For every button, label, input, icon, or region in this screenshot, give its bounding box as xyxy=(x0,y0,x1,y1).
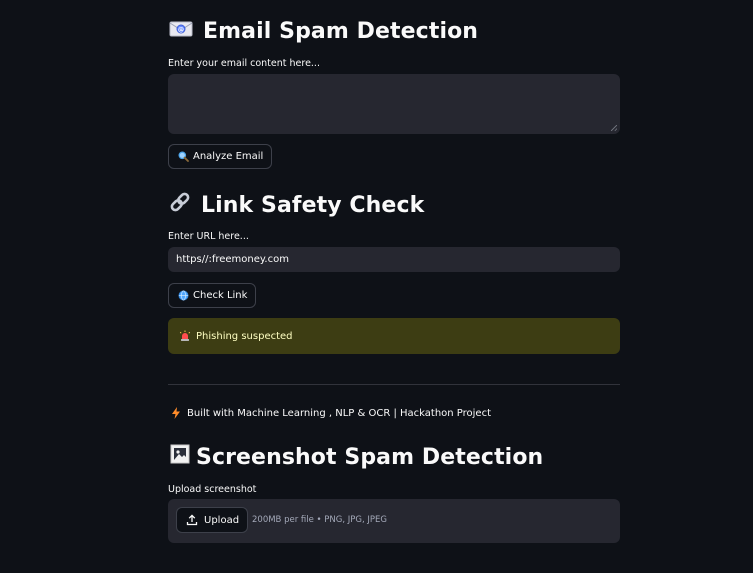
resize-grip-icon[interactable] xyxy=(611,125,617,131)
screenshot-section-title-text: Screenshot Spam Detection xyxy=(196,444,544,470)
upload-icon xyxy=(186,514,198,526)
email-content-textarea[interactable] xyxy=(168,74,620,134)
upload-button-label: Upload xyxy=(204,514,240,526)
upload-limits-hint: 200MB per file • PNG, JPG, JPEG xyxy=(252,515,387,525)
url-input[interactable]: https//:freemoney.com xyxy=(168,247,620,272)
email-content-label: Enter your email content here... xyxy=(168,58,320,69)
lightning-icon xyxy=(171,407,181,419)
email-section-title: @ Email Spam Detection xyxy=(168,18,478,44)
section-divider xyxy=(168,384,620,385)
upload-button[interactable]: Upload xyxy=(176,507,249,533)
url-label: Enter URL here... xyxy=(168,231,249,242)
svg-text:@: @ xyxy=(178,27,184,34)
screenshot-section-title: Screenshot Spam Detection xyxy=(170,444,543,470)
check-link-button[interactable]: Check Link xyxy=(168,283,257,308)
screenshot-file-uploader[interactable]: Upload 200MB per file • PNG, JPG, JPEG xyxy=(168,499,620,543)
magnifier-icon xyxy=(178,151,189,162)
link-section-title-text: Link Safety Check xyxy=(201,192,425,218)
footer-credit: Built with Machine Learning , NLP & OCR … xyxy=(171,407,491,419)
analyze-email-button[interactable]: Analyze Email xyxy=(168,144,273,169)
check-link-label: Check Link xyxy=(193,290,248,301)
siren-icon xyxy=(179,330,191,342)
email-section-title-text: Email Spam Detection xyxy=(203,18,479,44)
link-section-title: Link Safety Check xyxy=(168,191,424,219)
link-icon xyxy=(168,191,192,219)
app-page: @ Email Spam Detection Enter your email … xyxy=(0,0,753,573)
email-envelope-icon: @ xyxy=(168,18,194,44)
frame-picture-icon xyxy=(170,444,190,470)
upload-screenshot-label: Upload screenshot xyxy=(168,484,257,495)
phishing-warning-alert: Phishing suspected xyxy=(168,318,620,354)
footer-credit-text: Built with Machine Learning , NLP & OCR … xyxy=(187,407,491,419)
analyze-email-label: Analyze Email xyxy=(193,151,264,162)
phishing-warning-text: Phishing suspected xyxy=(196,330,293,342)
globe-icon xyxy=(178,290,189,301)
